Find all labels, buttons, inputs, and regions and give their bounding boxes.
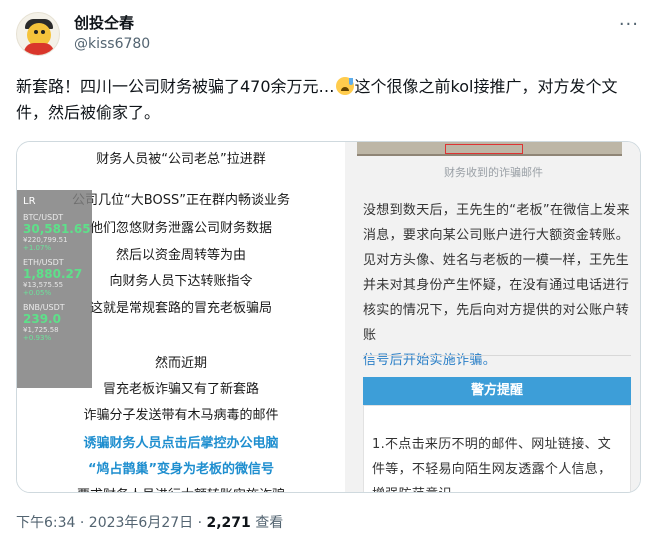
image-right-pane: 财务收到的诈骗邮件 没想到数天后，王先生的“老板”在微信上发来消息，要求向某公司…	[345, 142, 640, 492]
divider	[363, 355, 631, 356]
article-text: 没想到数天后，王先生的“老板”在微信上发来消息，要求向某公司账户进行大额资金转账…	[363, 198, 631, 373]
crypto-change: +0.93%	[23, 334, 52, 342]
more-options-icon[interactable]: ···	[619, 14, 639, 35]
highlight-box	[445, 144, 523, 154]
tweet-text: 新套路！四川一公司财务被骗了470余万元… 这个很像之前kol接推广，对方发个文件…	[16, 74, 646, 126]
crypto-logo-icon: LR	[23, 196, 36, 207]
crypto-price: 1,880.27	[23, 267, 83, 281]
avatar[interactable]	[16, 12, 60, 56]
avatar-body	[24, 43, 54, 55]
crypto-pair: BNB/USDT	[23, 303, 65, 312]
anxious-face-emoji-icon	[335, 77, 354, 95]
crypto-change: +0.05%	[23, 289, 52, 297]
crypto-cny: ¥13,575.55	[23, 281, 64, 289]
avatar-eye-left	[34, 30, 38, 34]
image-line-highlight: “鸠占鹊巢”变身为老板的微信号	[87, 462, 275, 477]
image-line: 诈骗分子发送带有木马病毒的邮件	[83, 408, 279, 423]
image-line-highlight: 诱骗财务人员点击后掌控办公电脑	[83, 436, 279, 451]
tweet-timestamp[interactable]: 下午6:34 · 2023年6月27日 ·	[16, 515, 207, 531]
image-line: 财务人员被“公司老总”拉进群	[96, 152, 266, 167]
avatar-eye-right	[41, 30, 45, 34]
views-label: 查看	[250, 515, 284, 531]
crypto-cny: ¥1,725.58	[23, 326, 59, 334]
crypto-price-overlay: LR BTC/USDT 30,581.65 ¥220,799.51 +1.07%…	[17, 190, 92, 388]
tweet-meta: 下午6:34 · 2023年6月27日 · 2,271 查看	[16, 512, 283, 532]
crypto-price: 239.0	[23, 312, 61, 326]
crypto-pair: BTC/USDT	[23, 213, 64, 222]
image-caption: 财务收到的诈骗邮件	[444, 166, 543, 179]
views-count[interactable]: 2,271	[207, 515, 251, 531]
tweet-media-image[interactable]: 财务人员被“公司老总”拉进群 公司几位“大BOSS”正在群内畅谈业务 他们忽悠财…	[16, 141, 641, 493]
police-alert-body: 1.不点击来历不明的邮件、网址链接、文件等，不轻易向陌生网友透露个人信息，增强防…	[363, 405, 631, 492]
author-name[interactable]: 创投仝春	[74, 12, 134, 33]
crypto-cny: ¥220,799.51	[23, 236, 68, 244]
crypto-price: 30,581.65	[23, 222, 91, 236]
crypto-change: +1.07%	[23, 244, 52, 252]
image-left-pane: 财务人员被“公司老总”拉进群 公司几位“大BOSS”正在群内畅谈业务 他们忽悠财…	[17, 142, 345, 492]
article-body: 没想到数天后，王先生的“老板”在微信上发来消息，要求向某公司账户进行大额资金转账…	[363, 203, 630, 343]
email-screenshot-thumbnail	[357, 142, 622, 156]
tweet-text-part1: 新套路！四川一公司财务被骗了470余万元…	[16, 77, 335, 96]
crypto-pair: ETH/USDT	[23, 258, 64, 267]
police-alert-heading: 警方提醒	[363, 377, 631, 405]
image-line: 要求财务人员进行大额转账实施诈骗	[17, 484, 345, 492]
author-handle[interactable]: @kiss6780	[74, 36, 150, 52]
